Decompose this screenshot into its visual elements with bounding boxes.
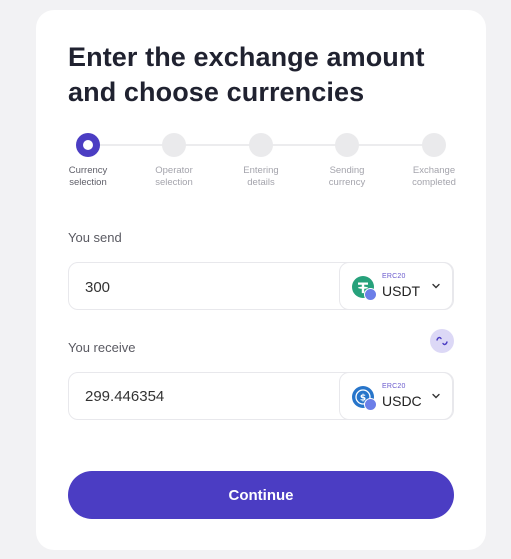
step-label: Sending currency: [328, 165, 366, 188]
receive-amount-value: 299.446354: [85, 388, 165, 405]
step-exchange-completed: Exchange completed: [394, 133, 474, 189]
send-amount-input[interactable]: [85, 263, 325, 311]
chevron-down-icon: [432, 393, 440, 399]
continue-button[interactable]: Continue: [68, 471, 454, 519]
step-label: Exchange completed: [412, 165, 456, 188]
step-operator-selection: Operator selection: [134, 133, 214, 189]
step-entering-details: Entering details: [221, 133, 301, 189]
step-label: Operator selection: [155, 165, 193, 188]
step-dot-active: [76, 133, 100, 157]
tether-icon: [352, 276, 377, 301]
step-sending-currency: Sending currency: [307, 133, 387, 189]
step-dot: [422, 133, 446, 157]
chevron-down-icon: [432, 283, 440, 289]
step-currency-selection: Currency selection: [48, 133, 128, 189]
send-currency-selector[interactable]: ERC20 USDT: [339, 262, 453, 310]
step-dot: [162, 133, 186, 157]
receive-label: You receive: [68, 340, 136, 355]
page-title: Enter the exchange amount and choose cur…: [68, 42, 425, 107]
receive-ticker: USDC: [382, 393, 422, 409]
swap-icon: [436, 336, 448, 346]
swap-button[interactable]: [430, 329, 454, 353]
send-network-label: ERC20: [382, 273, 406, 280]
send-ticker: USDT: [382, 283, 421, 299]
progress-stepper: Currency selection Operator selection En…: [36, 133, 486, 203]
usdc-icon: $: [352, 386, 377, 411]
receive-field: 299.446354 $ ERC20 USDC: [68, 372, 454, 420]
step-dot: [249, 133, 273, 157]
step-label: Currency selection: [68, 165, 108, 188]
send-label: You send: [68, 230, 122, 245]
step-label: Entering details: [243, 165, 279, 188]
ethereum-badge-icon: [364, 288, 377, 301]
send-field: ERC20 USDT: [68, 262, 454, 311]
exchange-card: Enter the exchange amount and choose cur…: [36, 10, 486, 550]
receive-network-label: ERC20: [382, 383, 406, 390]
receive-currency-selector[interactable]: $ ERC20 USDC: [339, 372, 453, 420]
ethereum-badge-icon: [364, 398, 377, 411]
step-dot: [335, 133, 359, 157]
